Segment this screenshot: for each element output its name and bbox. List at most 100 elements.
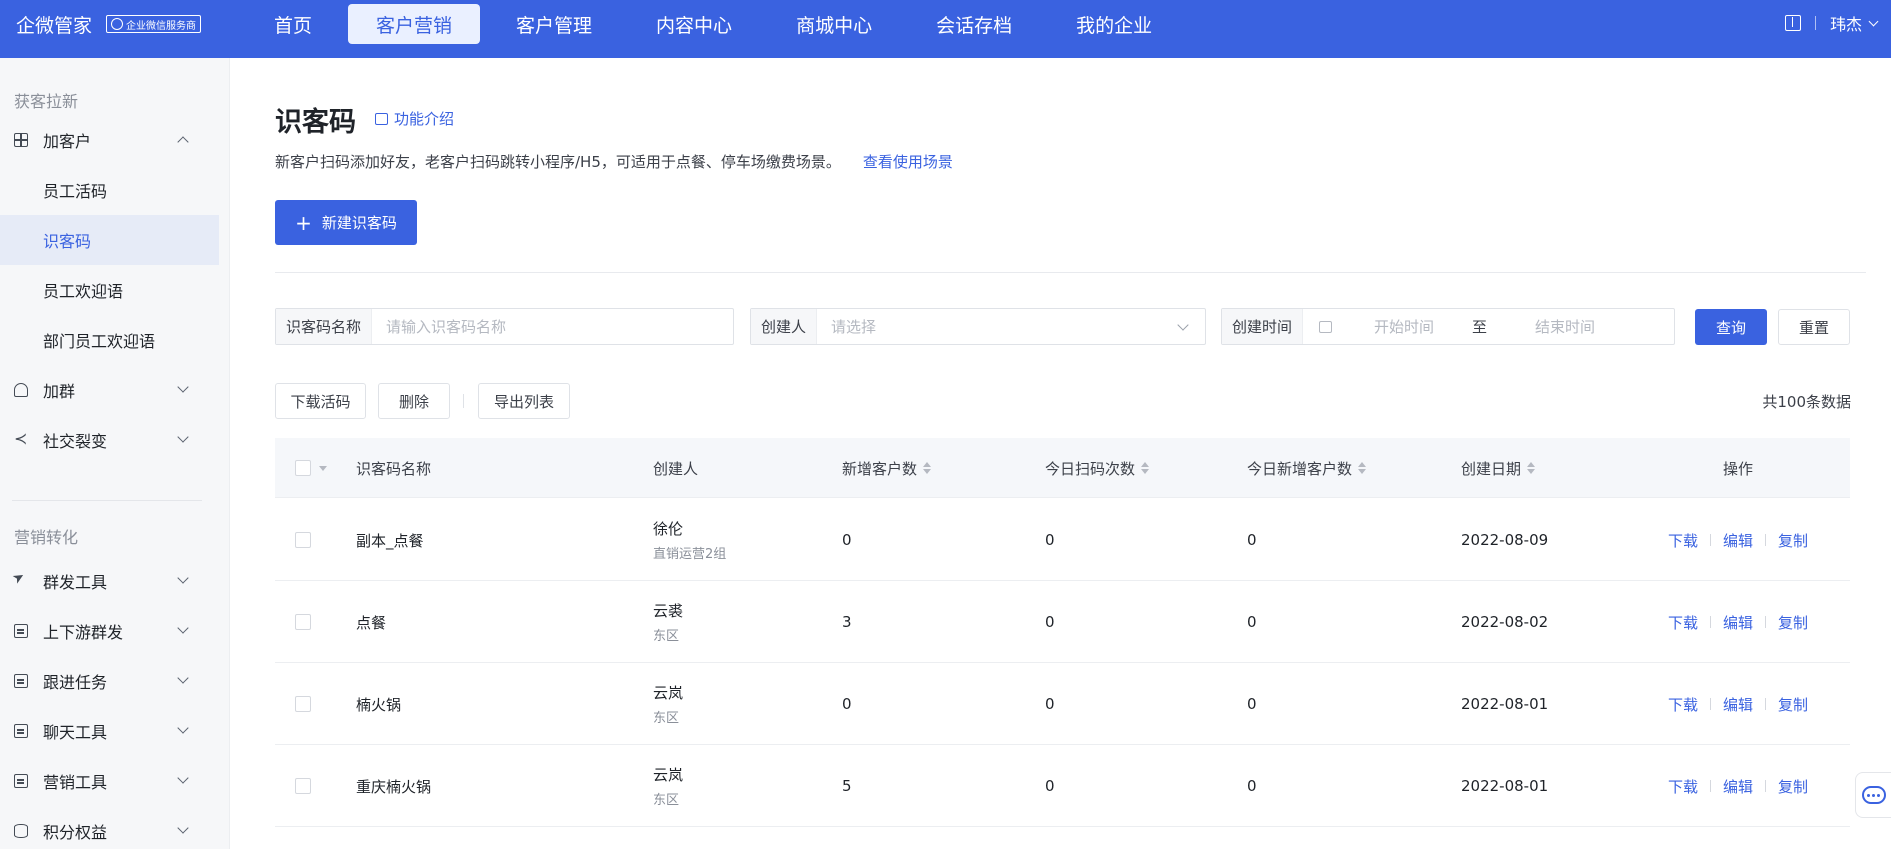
sidebar-item-supply-chain-send[interactable]: 上下游群发	[0, 606, 219, 656]
col-created-date[interactable]: 创建日期	[1461, 438, 1536, 498]
table-row: 点餐 云裘 东区 3 0 0 2022-08-02 下载 编辑 复制	[275, 581, 1850, 663]
sort-icon[interactable]	[923, 462, 932, 474]
sidebar-item-label: 聊天工具	[43, 723, 108, 742]
row-checkbox[interactable]	[295, 696, 311, 712]
sidebar-item-customer-code[interactable]: 识客码	[0, 215, 219, 265]
sidebar-item-add-customer[interactable]: 加客户	[0, 115, 219, 165]
creator-select[interactable]: 请选择	[817, 316, 876, 337]
chevron-up-icon	[177, 136, 189, 148]
export-list-button[interactable]: 导出列表	[478, 383, 570, 419]
download-code-button[interactable]: 下载活码	[275, 383, 366, 419]
sort-icon[interactable]	[1527, 462, 1536, 474]
sidebar-item-social-fission[interactable]: 社交裂变	[0, 415, 219, 465]
sidebar-item-label: 营销工具	[43, 773, 108, 792]
sidebar-item-staff-code[interactable]: 员工活码	[0, 165, 219, 215]
col-today-new[interactable]: 今日新增客户数	[1247, 438, 1367, 498]
send-icon	[14, 574, 28, 588]
nav-chat-archive[interactable]: 会话存档	[908, 4, 1040, 44]
col-actions: 操作	[1723, 459, 1754, 478]
col-today-scans[interactable]: 今日扫码次数	[1045, 438, 1150, 498]
code-name-input[interactable]: 请输入识客码名称	[372, 316, 506, 337]
main-content: 识客码 功能介绍 新客户扫码添加好友，老客户扫码跳转小程序/H5，可适用于点餐、…	[231, 58, 1891, 849]
row-actions: 下载 编辑 复制	[1668, 745, 1808, 827]
sidebar-item-follow-up[interactable]: 跟进任务	[0, 656, 219, 706]
sidebar-item-label: 员工欢迎语	[43, 282, 124, 301]
page-description: 新客户扫码添加好友，老客户扫码跳转小程序/H5，可适用于点餐、停车场缴费场景。 …	[275, 151, 953, 172]
chevron-down-icon	[1177, 319, 1189, 331]
cell-today-new: 0	[1247, 531, 1257, 549]
brand-name: 企微管家	[16, 14, 93, 37]
chevron-down-icon	[177, 572, 189, 584]
query-button[interactable]: 查询	[1695, 309, 1767, 345]
top-navbar: 企微管家 企业微信服务商 首页 客户营销 客户管理 内容中心 商城中心 会话存档…	[0, 0, 1891, 58]
badge-text: 企业微信服务商	[126, 20, 197, 32]
row-checkbox[interactable]	[295, 614, 311, 630]
download-link[interactable]: 下载	[1668, 612, 1698, 633]
user-name[interactable]: 玮杰	[1830, 11, 1862, 35]
col-creator: 创建人	[653, 459, 699, 478]
edit-link[interactable]: 编辑	[1723, 776, 1753, 797]
creator-filter[interactable]: 创建人 请选择	[750, 308, 1206, 345]
sidebar-divider	[12, 500, 202, 501]
row-checkbox[interactable]	[295, 778, 311, 794]
chevron-down-icon	[177, 672, 189, 684]
share-icon	[14, 429, 28, 448]
grid-icon	[14, 133, 28, 147]
table-header: 识客码名称 创建人 新增客户数 今日扫码次数 今日新增客户数 创建日期 操作	[275, 438, 1850, 498]
select-all-checkbox[interactable]	[295, 460, 311, 476]
book-icon	[375, 112, 388, 125]
copy-link[interactable]: 复制	[1778, 776, 1808, 797]
nav-mall-center[interactable]: 商城中心	[768, 4, 900, 44]
caret-down-icon[interactable]	[319, 466, 327, 471]
edit-link[interactable]: 编辑	[1723, 694, 1753, 715]
edit-link[interactable]: 编辑	[1723, 530, 1753, 551]
new-code-button[interactable]: + 新建识客码	[275, 200, 417, 245]
chevron-down-icon[interactable]	[1868, 16, 1879, 26]
edit-link[interactable]: 编辑	[1723, 612, 1753, 633]
page-title: 识客码	[275, 107, 356, 138]
scenario-link[interactable]: 查看使用场景	[863, 151, 953, 172]
download-link[interactable]: 下载	[1668, 694, 1698, 715]
nav-customer-management[interactable]: 客户管理	[488, 4, 620, 44]
copy-link[interactable]: 复制	[1778, 530, 1808, 551]
download-link[interactable]: 下载	[1668, 776, 1698, 797]
created-time-filter[interactable]: 创建时间 开始时间 至 结束时间	[1221, 308, 1675, 345]
sidebar-item-label: 群发工具	[43, 573, 108, 592]
feature-intro-link[interactable]: 功能介绍	[375, 108, 454, 129]
customer-service-button[interactable]	[1855, 772, 1891, 818]
sidebar-item-staff-welcome[interactable]: 员工欢迎语	[0, 265, 219, 315]
brand[interactable]: 企微管家 企业微信服务商	[16, 0, 202, 48]
sidebar-group-conversion: 营销转化	[14, 528, 79, 547]
nav-customer-marketing[interactable]: 客户营销	[348, 4, 481, 44]
reset-button[interactable]: 重置	[1778, 309, 1850, 345]
delete-button[interactable]: 删除	[378, 383, 450, 419]
table-row: 楠火锅 云岚 东区 0 0 0 2022-08-01 下载 编辑 复制	[275, 663, 1850, 745]
chevron-down-icon	[177, 381, 189, 393]
wecom-logo-icon	[111, 18, 124, 30]
start-time-input[interactable]: 开始时间	[1332, 316, 1434, 337]
nav-content-center[interactable]: 内容中心	[628, 4, 760, 44]
copy-link[interactable]: 复制	[1778, 694, 1808, 715]
code-name-filter[interactable]: 识客码名称 请输入识客码名称	[275, 308, 734, 345]
nav-home[interactable]: 首页	[246, 4, 340, 44]
sort-icon[interactable]	[1358, 462, 1367, 474]
cell-creator: 云裘 东区	[653, 602, 684, 644]
table-row: 副本_点餐 徐伦 直销运营2组 0 0 0 2022-08-09 下载 编辑 复制	[275, 499, 1850, 581]
sort-icon[interactable]	[1141, 462, 1150, 474]
service-provider-badge: 企业微信服务商	[106, 15, 202, 33]
copy-link[interactable]: 复制	[1778, 612, 1808, 633]
end-time-input[interactable]: 结束时间	[1487, 316, 1595, 337]
sidebar-item-chat-tools[interactable]: 聊天工具	[0, 706, 219, 756]
sidebar-item-mass-send[interactable]: 群发工具	[0, 556, 219, 606]
sidebar-item-marketing-tools[interactable]: 营销工具	[0, 756, 219, 806]
nav-my-company[interactable]: 我的企业	[1048, 4, 1180, 44]
book-icon[interactable]	[1784, 15, 1801, 31]
cell-new-customers: 5	[842, 777, 852, 795]
col-new-customers[interactable]: 新增客户数	[842, 438, 932, 498]
sidebar-item-dept-welcome[interactable]: 部门员工欢迎语	[0, 315, 219, 365]
row-checkbox[interactable]	[295, 532, 311, 548]
download-link[interactable]: 下载	[1668, 530, 1698, 551]
user-icon	[14, 383, 28, 397]
sidebar-item-add-group[interactable]: 加群	[0, 365, 219, 415]
row-actions: 下载 编辑 复制	[1668, 663, 1808, 745]
